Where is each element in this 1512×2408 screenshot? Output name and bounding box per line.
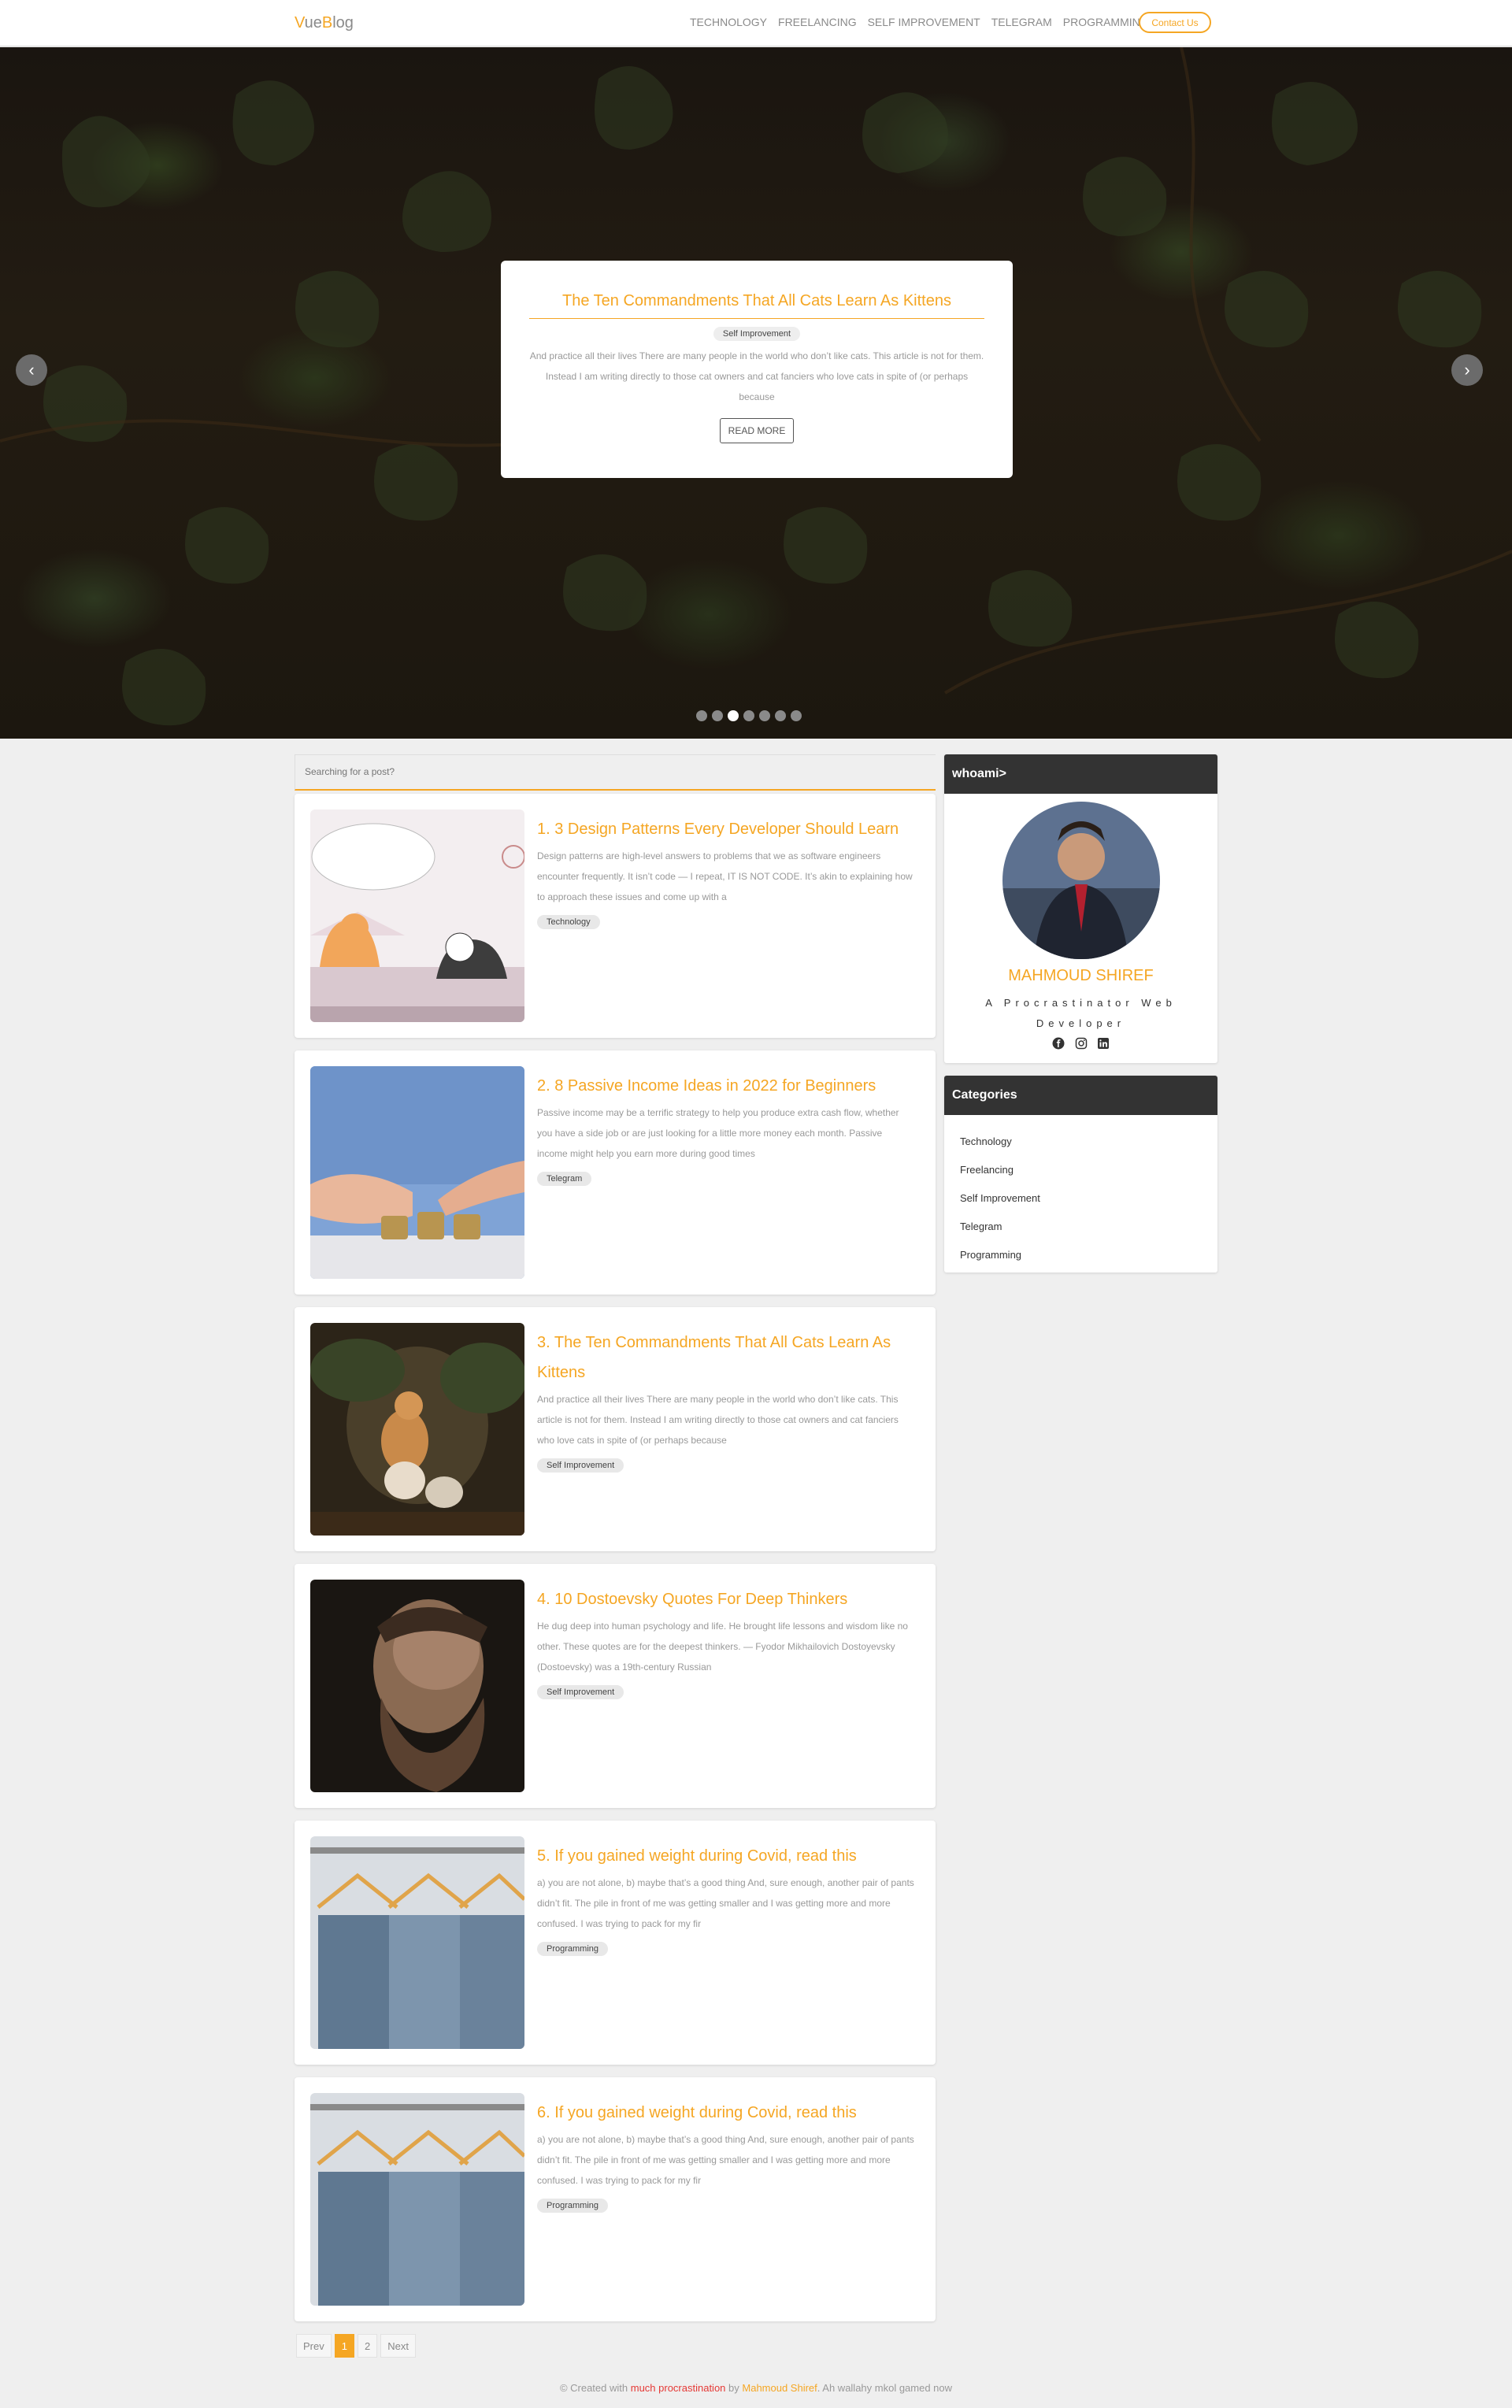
author-name: MAHMOUD SHIREF [1008,967,1154,984]
avatar [1002,802,1160,959]
nav-link-self-improvement[interactable]: SELF IMPROVEMENT [868,16,980,28]
categories-heading: Categories [944,1076,1217,1115]
post-thumbnail[interactable] [310,809,524,1022]
whoami-heading: whoami> [944,754,1217,794]
carousel-next-button[interactable]: › [1451,354,1483,386]
featured-post-category[interactable]: Self Improvement [713,327,801,341]
pagination-prev-button[interactable]: Prev [296,2334,332,2358]
post-category-tag[interactable]: Self Improvement [537,1458,624,1473]
category-link-telegram[interactable]: Telegram [960,1213,1202,1241]
category-link-self-improvement[interactable]: Self Improvement [960,1184,1202,1213]
post-thumbnail[interactable] [310,1323,524,1536]
post-thumbnail[interactable] [310,1066,524,1279]
post-thumbnail[interactable] [310,1836,524,2049]
category-link-programming[interactable]: Programming [960,1241,1202,1269]
featured-post-title[interactable]: The Ten Commandments That All Cats Learn… [501,292,1013,310]
coins-stack-image [310,1066,524,1279]
search-input[interactable] [305,766,926,777]
author-tagline: A Procrastinator Web Developer [985,997,1177,1029]
footer-suffix: . Ah wallahy mkol gamed now [817,2382,953,2394]
nav-link-freelancing[interactable]: FREELANCING [778,16,857,28]
nav-link-programming[interactable]: PROGRAMMING [1063,16,1149,28]
pagination-page-2[interactable]: 2 [357,2334,378,2358]
top-navbar: VueBlog TECHNOLOGY FREELANCING SELF IMPR… [0,0,1512,46]
post-category-tag[interactable]: Programming [537,2199,609,2213]
post-title[interactable]: 1. 3 Design Patterns Every Developer Sho… [537,814,915,844]
jeans-on-hangers-image [310,1836,524,2049]
post-card: 4. 10 Dostoevsky Quotes For Deep Thinker… [295,1564,936,1808]
category-link-technology[interactable]: Technology [960,1128,1202,1156]
post-title[interactable]: 5. If you gained weight during Covid, re… [537,1841,915,1871]
post-category-tag[interactable]: Self Improvement [537,1685,624,1699]
instagram-icon[interactable] [1075,1037,1088,1050]
post-category-tag[interactable]: Programming [537,1942,609,1956]
category-link-freelancing[interactable]: Freelancing [960,1156,1202,1184]
cats-painting-image [310,1323,524,1536]
post-excerpt: a) you are not alone, b) maybe that’s a … [537,2134,914,2186]
facebook-icon[interactable] [1052,1037,1065,1050]
read-more-button[interactable]: READ MORE [719,418,795,443]
post-category-tag[interactable]: Telegram [537,1172,592,1186]
brand-logo[interactable]: VueBlog [295,14,354,32]
featured-post-excerpt: And practice all their lives There are m… [529,350,984,402]
carousel-dot[interactable] [775,710,786,721]
design-patterns-illustration [310,809,524,1022]
footer: © Created with much procrastination by M… [0,2382,1512,2394]
post-card: 2. 8 Passive Income Ideas in 2022 for Be… [295,1050,936,1295]
contact-us-button[interactable]: Contact Us [1139,12,1211,33]
footer-highlight: much procrastination [630,2382,726,2394]
pagination-next-button[interactable]: Next [380,2334,416,2358]
post-card: 3. The Ten Commandments That All Cats Le… [295,1307,936,1551]
post-thumbnail[interactable] [310,2093,524,2306]
pagination-page-1[interactable]: 1 [334,2334,354,2358]
post-title[interactable]: 2. 8 Passive Income Ideas in 2022 for Be… [537,1071,915,1101]
post-card: 5. If you gained weight during Covid, re… [295,1821,936,2065]
carousel-dot[interactable] [696,710,707,721]
post-title[interactable]: 4. 10 Dostoevsky Quotes For Deep Thinker… [537,1584,915,1614]
carousel-dot[interactable] [743,710,754,721]
post-excerpt: Passive income may be a terrific strateg… [537,1107,899,1159]
social-links [944,1034,1217,1063]
carousel-prev-button[interactable]: ‹ [16,354,47,386]
hero-carousel: The Ten Commandments That All Cats Learn… [0,47,1512,739]
carousel-dot-active[interactable] [728,710,739,721]
post-card: 6. If you gained weight during Covid, re… [295,2077,936,2321]
whoami-widget: whoami> MAHMOUD SHIREF A Procrastinator … [944,754,1217,1063]
chevron-right-icon: › [1464,360,1470,380]
post-title[interactable]: 3. The Ten Commandments That All Cats Le… [537,1328,915,1387]
chevron-left-icon: ‹ [28,360,35,380]
title-divider [529,318,984,319]
pagination: Prev 1 2 Next [296,2334,416,2358]
carousel-dot[interactable] [712,710,723,721]
post-excerpt: Design patterns are high-level answers t… [537,850,913,902]
carousel-dot[interactable] [759,710,770,721]
post-card: 1. 3 Design Patterns Every Developer Sho… [295,794,936,1038]
carousel-dot[interactable] [791,710,802,721]
dostoevsky-portrait-image [310,1580,524,1792]
nav-link-technology[interactable]: TECHNOLOGY [690,16,767,28]
post-excerpt: And practice all their lives There are m… [537,1394,899,1446]
footer-prefix: © Created with [559,2382,628,2394]
jeans-on-hangers-image [310,2093,524,2306]
linkedin-icon[interactable] [1097,1037,1110,1050]
post-search-box [295,754,936,791]
featured-post-card: The Ten Commandments That All Cats Learn… [501,261,1013,478]
nav-links: TECHNOLOGY FREELANCING SELF IMPROVEMENT … [690,16,1149,28]
post-excerpt: He dug deep into human psychology and li… [537,1621,908,1673]
categories-widget: Categories Technology Freelancing Self I… [944,1076,1217,1273]
carousel-indicators [696,710,802,721]
footer-by: by [728,2382,739,2394]
post-thumbnail[interactable] [310,1580,524,1792]
post-title[interactable]: 6. If you gained weight during Covid, re… [537,2098,915,2128]
nav-link-telegram[interactable]: TELEGRAM [991,16,1052,28]
category-list: Technology Freelancing Self Improvement … [944,1115,1217,1273]
post-category-tag[interactable]: Technology [537,915,600,929]
footer-author-link[interactable]: Mahmoud Shiref [742,2382,817,2394]
post-excerpt: a) you are not alone, b) maybe that’s a … [537,1877,914,1929]
